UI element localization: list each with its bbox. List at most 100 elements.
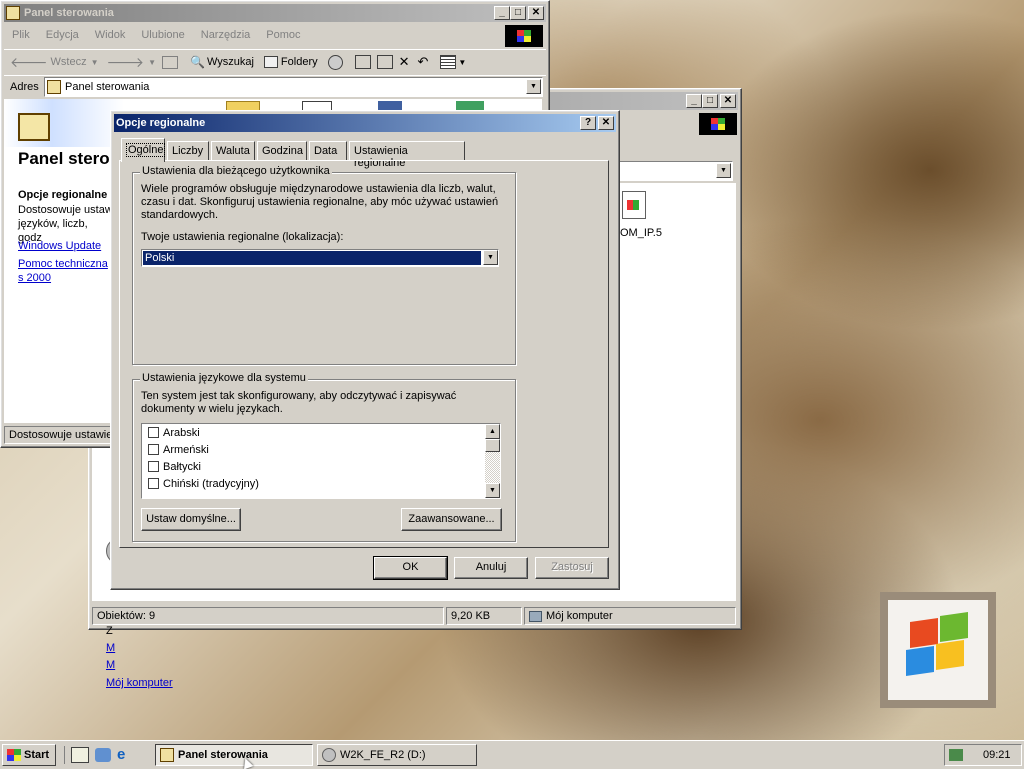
move-to-icon[interactable] bbox=[354, 55, 371, 69]
scroll-down-icon[interactable]: ▼ bbox=[485, 483, 500, 498]
checkbox[interactable] bbox=[148, 427, 159, 438]
history-icon[interactable] bbox=[327, 54, 343, 70]
windows-flag-icon bbox=[7, 749, 21, 761]
scrollbar[interactable]: ▲ ▼ bbox=[485, 424, 500, 498]
close-button[interactable]: ✕ bbox=[598, 116, 614, 130]
up-folder-icon[interactable] bbox=[162, 55, 178, 69]
system-language-desc: Ten system jest tak skonfigurowany, aby … bbox=[141, 390, 457, 415]
list-item-label: Armeński bbox=[163, 443, 209, 456]
dialog-titlebar[interactable]: Opcje regionalne ? ✕ bbox=[114, 114, 616, 132]
chevron-down-icon[interactable]: ▼ bbox=[91, 58, 99, 67]
scroll-up-icon[interactable]: ▲ bbox=[485, 424, 500, 439]
advanced-button[interactable]: Zaawansowane... bbox=[401, 508, 502, 531]
copy-to-icon[interactable] bbox=[376, 55, 393, 69]
search-button-label[interactable]: Wyszukaj bbox=[207, 56, 254, 68]
list-item[interactable]: Bałtycki bbox=[142, 458, 500, 475]
my-computer-link[interactable]: Mój komputer bbox=[106, 677, 173, 689]
chevron-down-icon[interactable]: ▼ bbox=[526, 79, 541, 94]
file-icon[interactable] bbox=[622, 191, 646, 219]
list-item[interactable]: Chiński (tradycyjny) bbox=[142, 475, 500, 492]
views-icon[interactable] bbox=[440, 55, 457, 69]
cd-drive-icon bbox=[322, 748, 336, 762]
tech-support-link[interactable]: Pomoc techniczna s 2000 bbox=[18, 257, 113, 285]
menu-favorites[interactable]: Ulubione bbox=[133, 29, 192, 41]
task-control-panel[interactable]: Panel sterowania bbox=[155, 744, 313, 766]
left-link-3[interactable]: M bbox=[106, 659, 115, 671]
user-settings-group-label: Ustawienia dla bieżącego użytkownika bbox=[140, 165, 332, 177]
chevron-down-icon[interactable]: ▼ bbox=[716, 163, 731, 178]
close-button[interactable]: ✕ bbox=[720, 94, 736, 108]
windows-flag-icon bbox=[888, 600, 988, 700]
clock[interactable]: 09:21 bbox=[983, 749, 1011, 761]
address-bar: Adres Panel sterowania ▼ bbox=[4, 75, 546, 98]
control-panel-large-icon bbox=[18, 113, 50, 141]
minimize-button[interactable]: _ bbox=[494, 6, 510, 20]
close-button[interactable]: ✕ bbox=[528, 6, 544, 20]
menu-view[interactable]: Widok bbox=[87, 29, 134, 41]
tab-regional-settings[interactable]: Ustawienia regionalne bbox=[349, 141, 465, 169]
show-desktop-icon[interactable] bbox=[71, 747, 89, 763]
folders-button-label[interactable]: Foldery bbox=[281, 56, 318, 68]
help-button[interactable]: ? bbox=[580, 116, 596, 130]
list-item[interactable]: Arabski bbox=[142, 424, 500, 441]
maximize-button[interactable]: □ bbox=[702, 94, 718, 108]
tab-time[interactable]: Godzina bbox=[257, 141, 307, 161]
left-link-1[interactable]: Z bbox=[106, 625, 113, 637]
file-label[interactable]: OM_IP.5 bbox=[620, 227, 662, 239]
chevron-down-icon[interactable]: ▼ bbox=[148, 58, 156, 67]
folders-icon[interactable] bbox=[263, 56, 278, 68]
list-item-label: Chiński (tradycyjny) bbox=[163, 477, 259, 490]
ok-button[interactable]: OK bbox=[373, 556, 448, 580]
computer-icon bbox=[529, 610, 542, 622]
system-language-group: Ustawienia językowe dla systemu Ten syst… bbox=[132, 372, 516, 542]
minimize-button[interactable]: _ bbox=[686, 94, 702, 108]
left-link-2[interactable]: M bbox=[106, 642, 115, 654]
regional-options-dialog: Opcje regionalne ? ✕ Ogólne Liczby Walut… bbox=[110, 110, 620, 590]
chevron-down-icon[interactable]: ▼ bbox=[483, 250, 498, 265]
address-combo[interactable]: Panel sterowania ▼ bbox=[44, 77, 543, 97]
locale-label: Twoje ustawienia regionalne (lokalizacja… bbox=[141, 231, 344, 243]
menu-edit[interactable]: Edycja bbox=[38, 29, 87, 41]
locale-select[interactable]: Polski ▼ bbox=[141, 249, 499, 267]
tab-currency[interactable]: Waluta bbox=[211, 141, 255, 161]
set-default-button[interactable]: Ustaw domyślne... bbox=[141, 508, 241, 531]
checkbox[interactable] bbox=[148, 461, 159, 472]
cancel-button[interactable]: Anuluj bbox=[454, 557, 528, 579]
tab-date[interactable]: Data bbox=[309, 141, 347, 161]
chevron-down-icon[interactable]: ▼ bbox=[458, 58, 466, 67]
status-text: Dostosowuje ustawier bbox=[4, 426, 114, 444]
checkbox[interactable] bbox=[148, 444, 159, 455]
back-button-label[interactable]: Wstecz bbox=[51, 56, 87, 68]
menu-help[interactable]: Pomoc bbox=[258, 29, 308, 41]
control-panel-titlebar[interactable]: Panel sterowania _ □ ✕ bbox=[4, 4, 546, 22]
checkbox[interactable] bbox=[148, 478, 159, 489]
tab-general[interactable]: Ogólne bbox=[121, 138, 166, 162]
tab-numbers[interactable]: Liczby bbox=[167, 141, 209, 161]
status-location: Mój komputer bbox=[524, 607, 736, 625]
menu-file[interactable]: Plik bbox=[4, 29, 38, 41]
scroll-thumb[interactable] bbox=[485, 439, 500, 452]
address-value[interactable]: Panel sterowania bbox=[65, 81, 149, 93]
menu-tools[interactable]: Narzędzia bbox=[193, 29, 259, 41]
list-item[interactable]: Armeński bbox=[142, 441, 500, 458]
start-button[interactable]: Start bbox=[2, 744, 56, 766]
outlook-express-icon[interactable] bbox=[95, 748, 111, 762]
windows-update-link[interactable]: Windows Update bbox=[18, 240, 101, 252]
back-arrow-icon[interactable]: 🡐 bbox=[10, 54, 48, 71]
apply-button[interactable]: Zastosuj bbox=[535, 557, 609, 579]
forward-arrow-icon[interactable]: 🡒 bbox=[107, 54, 145, 71]
maximize-button[interactable]: □ bbox=[510, 6, 526, 20]
task-drive-window[interactable]: W2K_FE_R2 (D:) bbox=[317, 744, 477, 766]
locale-select-value[interactable]: Polski bbox=[143, 251, 481, 265]
system-tray: 09:21 bbox=[944, 744, 1022, 766]
network-icon[interactable] bbox=[949, 749, 963, 761]
window-title: Panel sterowania bbox=[24, 7, 114, 19]
internet-explorer-icon[interactable]: e bbox=[117, 747, 133, 763]
language-list[interactable]: Arabski Armeński Bałtycki Chiński (trady… bbox=[141, 423, 501, 499]
system-language-group-label: Ustawienia językowe dla systemu bbox=[140, 372, 308, 384]
search-icon[interactable]: 🔍 bbox=[190, 55, 205, 69]
undo-icon[interactable]: ↶ bbox=[418, 54, 429, 70]
delete-icon[interactable]: ✕ bbox=[399, 54, 410, 70]
list-item-label: Arabski bbox=[163, 426, 200, 439]
secondary-address-combo[interactable]: ▼ bbox=[609, 161, 733, 181]
